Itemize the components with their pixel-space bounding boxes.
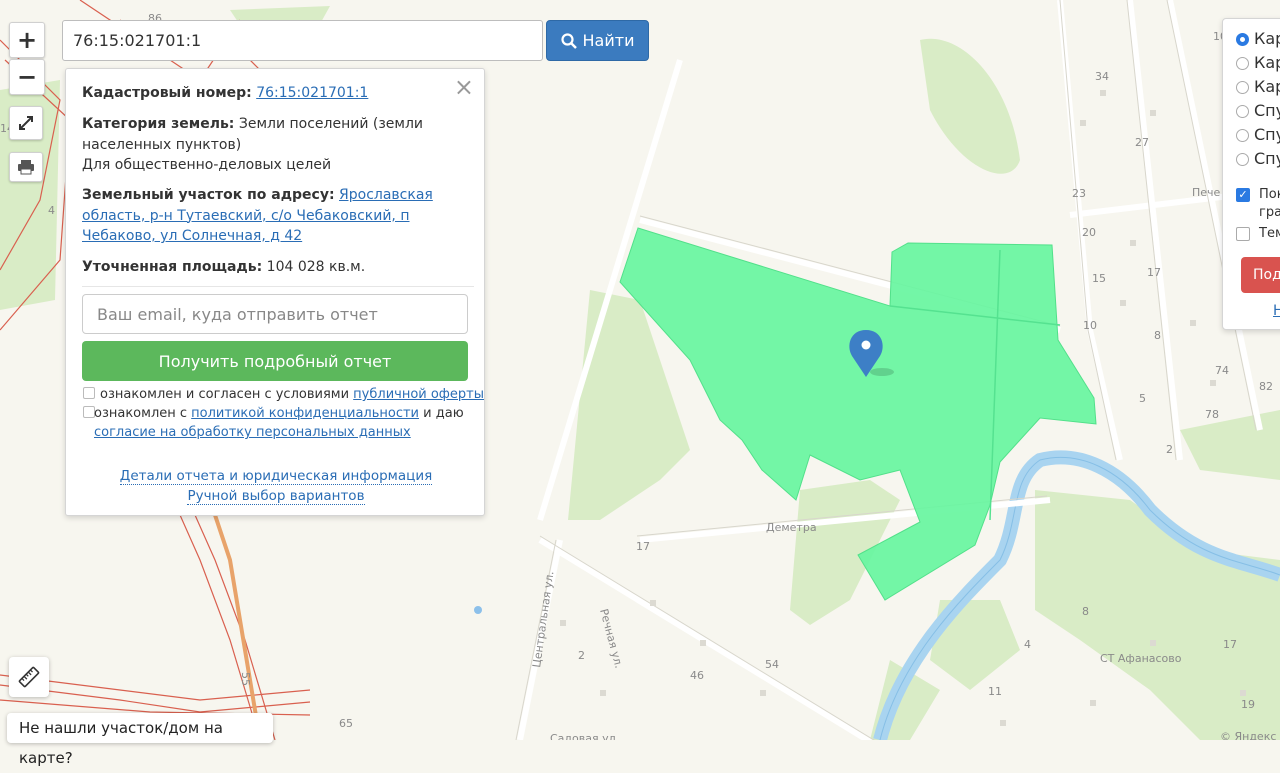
land-category-label: Категория земель: bbox=[82, 116, 235, 132]
offer-consent-text: ознакомлен и согласен с условиями публич… bbox=[100, 385, 484, 404]
house-number-label: 4 bbox=[1024, 638, 1031, 651]
cadastral-search-input[interactable] bbox=[62, 20, 543, 61]
layer-radio-4[interactable] bbox=[1236, 129, 1249, 142]
email-input[interactable] bbox=[82, 294, 468, 334]
land-category-row: Категория земель: Земли поселений (земли… bbox=[82, 114, 474, 176]
theme-label: Тем bbox=[1259, 226, 1280, 241]
boundaries-label-line2: гра bbox=[1259, 205, 1280, 220]
house-number-label: 27 bbox=[1135, 136, 1149, 149]
house-number-label: 23 bbox=[1072, 187, 1086, 200]
privacy-consent-label: ознакомлен с bbox=[94, 406, 188, 421]
manual-selection-link[interactable]: Ручной выбор вариантов bbox=[187, 488, 365, 505]
layer-option-label-3: Спу bbox=[1254, 101, 1280, 120]
plus-icon: + bbox=[16, 26, 38, 54]
expand-icon bbox=[19, 116, 33, 130]
layers-link[interactable]: Н bbox=[1273, 303, 1280, 319]
public-offer-link[interactable]: публичной оферты bbox=[353, 387, 484, 402]
ruler-icon bbox=[18, 666, 40, 688]
boundaries-checkbox[interactable]: ✓ bbox=[1236, 188, 1250, 202]
privacy-consent-tail: и даю bbox=[423, 406, 464, 421]
details-link-row: Детали отчета и юридическая информация bbox=[66, 468, 486, 485]
house-number-label: 78 bbox=[1205, 408, 1219, 421]
layer-radio-1[interactable] bbox=[1236, 57, 1249, 70]
zoom-out-button[interactable]: − bbox=[9, 59, 45, 95]
area-row: Уточненная площадь: 104 028 кв.м. bbox=[82, 257, 474, 287]
house-number-label: 5 bbox=[1139, 392, 1146, 405]
layers-submit-button[interactable]: Под bbox=[1241, 257, 1280, 293]
theme-checkbox[interactable] bbox=[1236, 227, 1250, 241]
house-number-label: 17 bbox=[1147, 266, 1161, 279]
layer-radio-3[interactable] bbox=[1236, 105, 1249, 118]
zoom-in-button[interactable]: + bbox=[9, 22, 45, 58]
house-number-label: 4 bbox=[48, 204, 55, 217]
map-label-pech: Пече bbox=[1192, 186, 1221, 199]
not-found-parcel-button[interactable]: Не нашли участок/дом на карте? bbox=[7, 713, 273, 767]
personal-data-consent-link[interactable]: согласие на обработку персональных данны… bbox=[94, 425, 411, 440]
house-number-label: 46 bbox=[690, 669, 704, 682]
layer-radio-5[interactable] bbox=[1236, 153, 1249, 166]
house-number-label: 74 bbox=[1215, 364, 1229, 377]
offer-consent-checkbox[interactable] bbox=[83, 387, 95, 399]
parcel-info-panel: × Кадастровый номер: 76:15:021701:1 Кате… bbox=[65, 68, 485, 516]
not-found-parcel-label: Не нашли участок/дом на карте? bbox=[19, 719, 223, 767]
print-button[interactable] bbox=[9, 152, 43, 182]
land-usage-value: Для общественно-деловых целей bbox=[82, 157, 332, 173]
house-number-label: 19 bbox=[1241, 698, 1255, 711]
layers-submit-label: Под bbox=[1253, 267, 1280, 283]
house-number-label: 2 bbox=[1166, 443, 1173, 456]
layer-option-label-5: Спу bbox=[1254, 149, 1280, 168]
map-attribution: © Яндекс bbox=[1220, 730, 1276, 740]
layer-option-label-2: Кар bbox=[1254, 77, 1280, 96]
layer-option-label-0: Кар bbox=[1254, 29, 1280, 48]
layer-radio-0[interactable] bbox=[1236, 33, 1249, 46]
minus-icon: − bbox=[16, 63, 38, 91]
ruler-button[interactable] bbox=[9, 657, 49, 697]
house-number-label: 8 bbox=[1082, 605, 1089, 618]
house-number-label: 2 bbox=[578, 649, 585, 662]
search-button-label: Найти bbox=[582, 31, 635, 50]
get-report-button[interactable]: Получить подробный отчет bbox=[82, 341, 468, 381]
house-number-label: 65 bbox=[339, 717, 353, 730]
area-label: Уточненная площадь: bbox=[82, 259, 263, 275]
map-label-st-afanasovo: СТ Афанасово bbox=[1100, 652, 1182, 665]
map-label-road-55: 55 bbox=[239, 672, 252, 686]
boundaries-label-line1: Пок bbox=[1259, 187, 1280, 202]
get-report-button-label: Получить подробный отчет bbox=[158, 351, 392, 371]
cadastral-number-link[interactable]: 76:15:021701:1 bbox=[256, 85, 368, 101]
address-row: Земельный участок по адресу: Ярославская… bbox=[82, 185, 474, 247]
house-number-label: 17 bbox=[1223, 638, 1237, 651]
address-label: Земельный участок по адресу: bbox=[82, 187, 335, 203]
house-number-label: 8 bbox=[1154, 329, 1161, 342]
layer-option-label-4: Спу bbox=[1254, 125, 1280, 144]
map-label-demetra: Деметра bbox=[766, 521, 817, 534]
house-number-label: 34 bbox=[1095, 70, 1109, 83]
house-number-label: 15 bbox=[1092, 272, 1106, 285]
house-number-label: 54 bbox=[765, 658, 779, 671]
cadastral-number-row: Кадастровый номер: 76:15:021701:1 bbox=[82, 83, 474, 104]
printer-icon bbox=[18, 160, 34, 175]
house-number-label: 17 bbox=[636, 540, 650, 553]
search-button[interactable]: Найти bbox=[546, 20, 649, 61]
privacy-policy-link[interactable]: политикой конфиденциальности bbox=[191, 406, 419, 421]
privacy-consent-text: ознакомлен с политикой конфиденциальност… bbox=[94, 404, 474, 442]
layer-radio-2[interactable] bbox=[1236, 81, 1249, 94]
area-value: 104 028 кв.м. bbox=[266, 259, 366, 275]
fullscreen-button[interactable] bbox=[9, 106, 43, 140]
manual-link-row: Ручной выбор вариантов bbox=[66, 488, 486, 505]
boundaries-label: Пок гра bbox=[1259, 186, 1280, 222]
map-label-sadovaya: Садовая ул. bbox=[550, 732, 619, 740]
report-details-link[interactable]: Детали отчета и юридическая информация bbox=[119, 468, 433, 485]
cadastral-number-label: Кадастровый номер: bbox=[82, 85, 252, 101]
offer-consent-label: ознакомлен и согласен с условиями bbox=[100, 387, 350, 402]
layer-option-label-1: Кар bbox=[1254, 53, 1280, 72]
house-number-label: 82 bbox=[1259, 380, 1273, 393]
search-icon bbox=[560, 32, 577, 49]
house-number-label: 10 bbox=[1083, 319, 1097, 332]
house-number-label: 20 bbox=[1082, 226, 1096, 239]
layers-panel: Кар Кар Кар Спу Спу Спу ✓ Пок гра Тем Под Н bbox=[1222, 18, 1280, 330]
house-number-label: 11 bbox=[988, 685, 1002, 698]
